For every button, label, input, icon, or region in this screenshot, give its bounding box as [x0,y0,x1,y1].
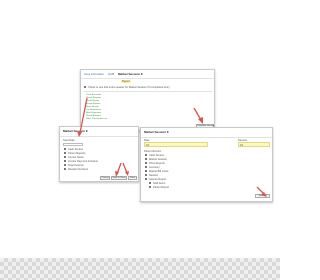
arrow-to-save-all-icon [256,186,267,197]
stage: Issue Information QA/B Market Session II… [0,0,280,280]
